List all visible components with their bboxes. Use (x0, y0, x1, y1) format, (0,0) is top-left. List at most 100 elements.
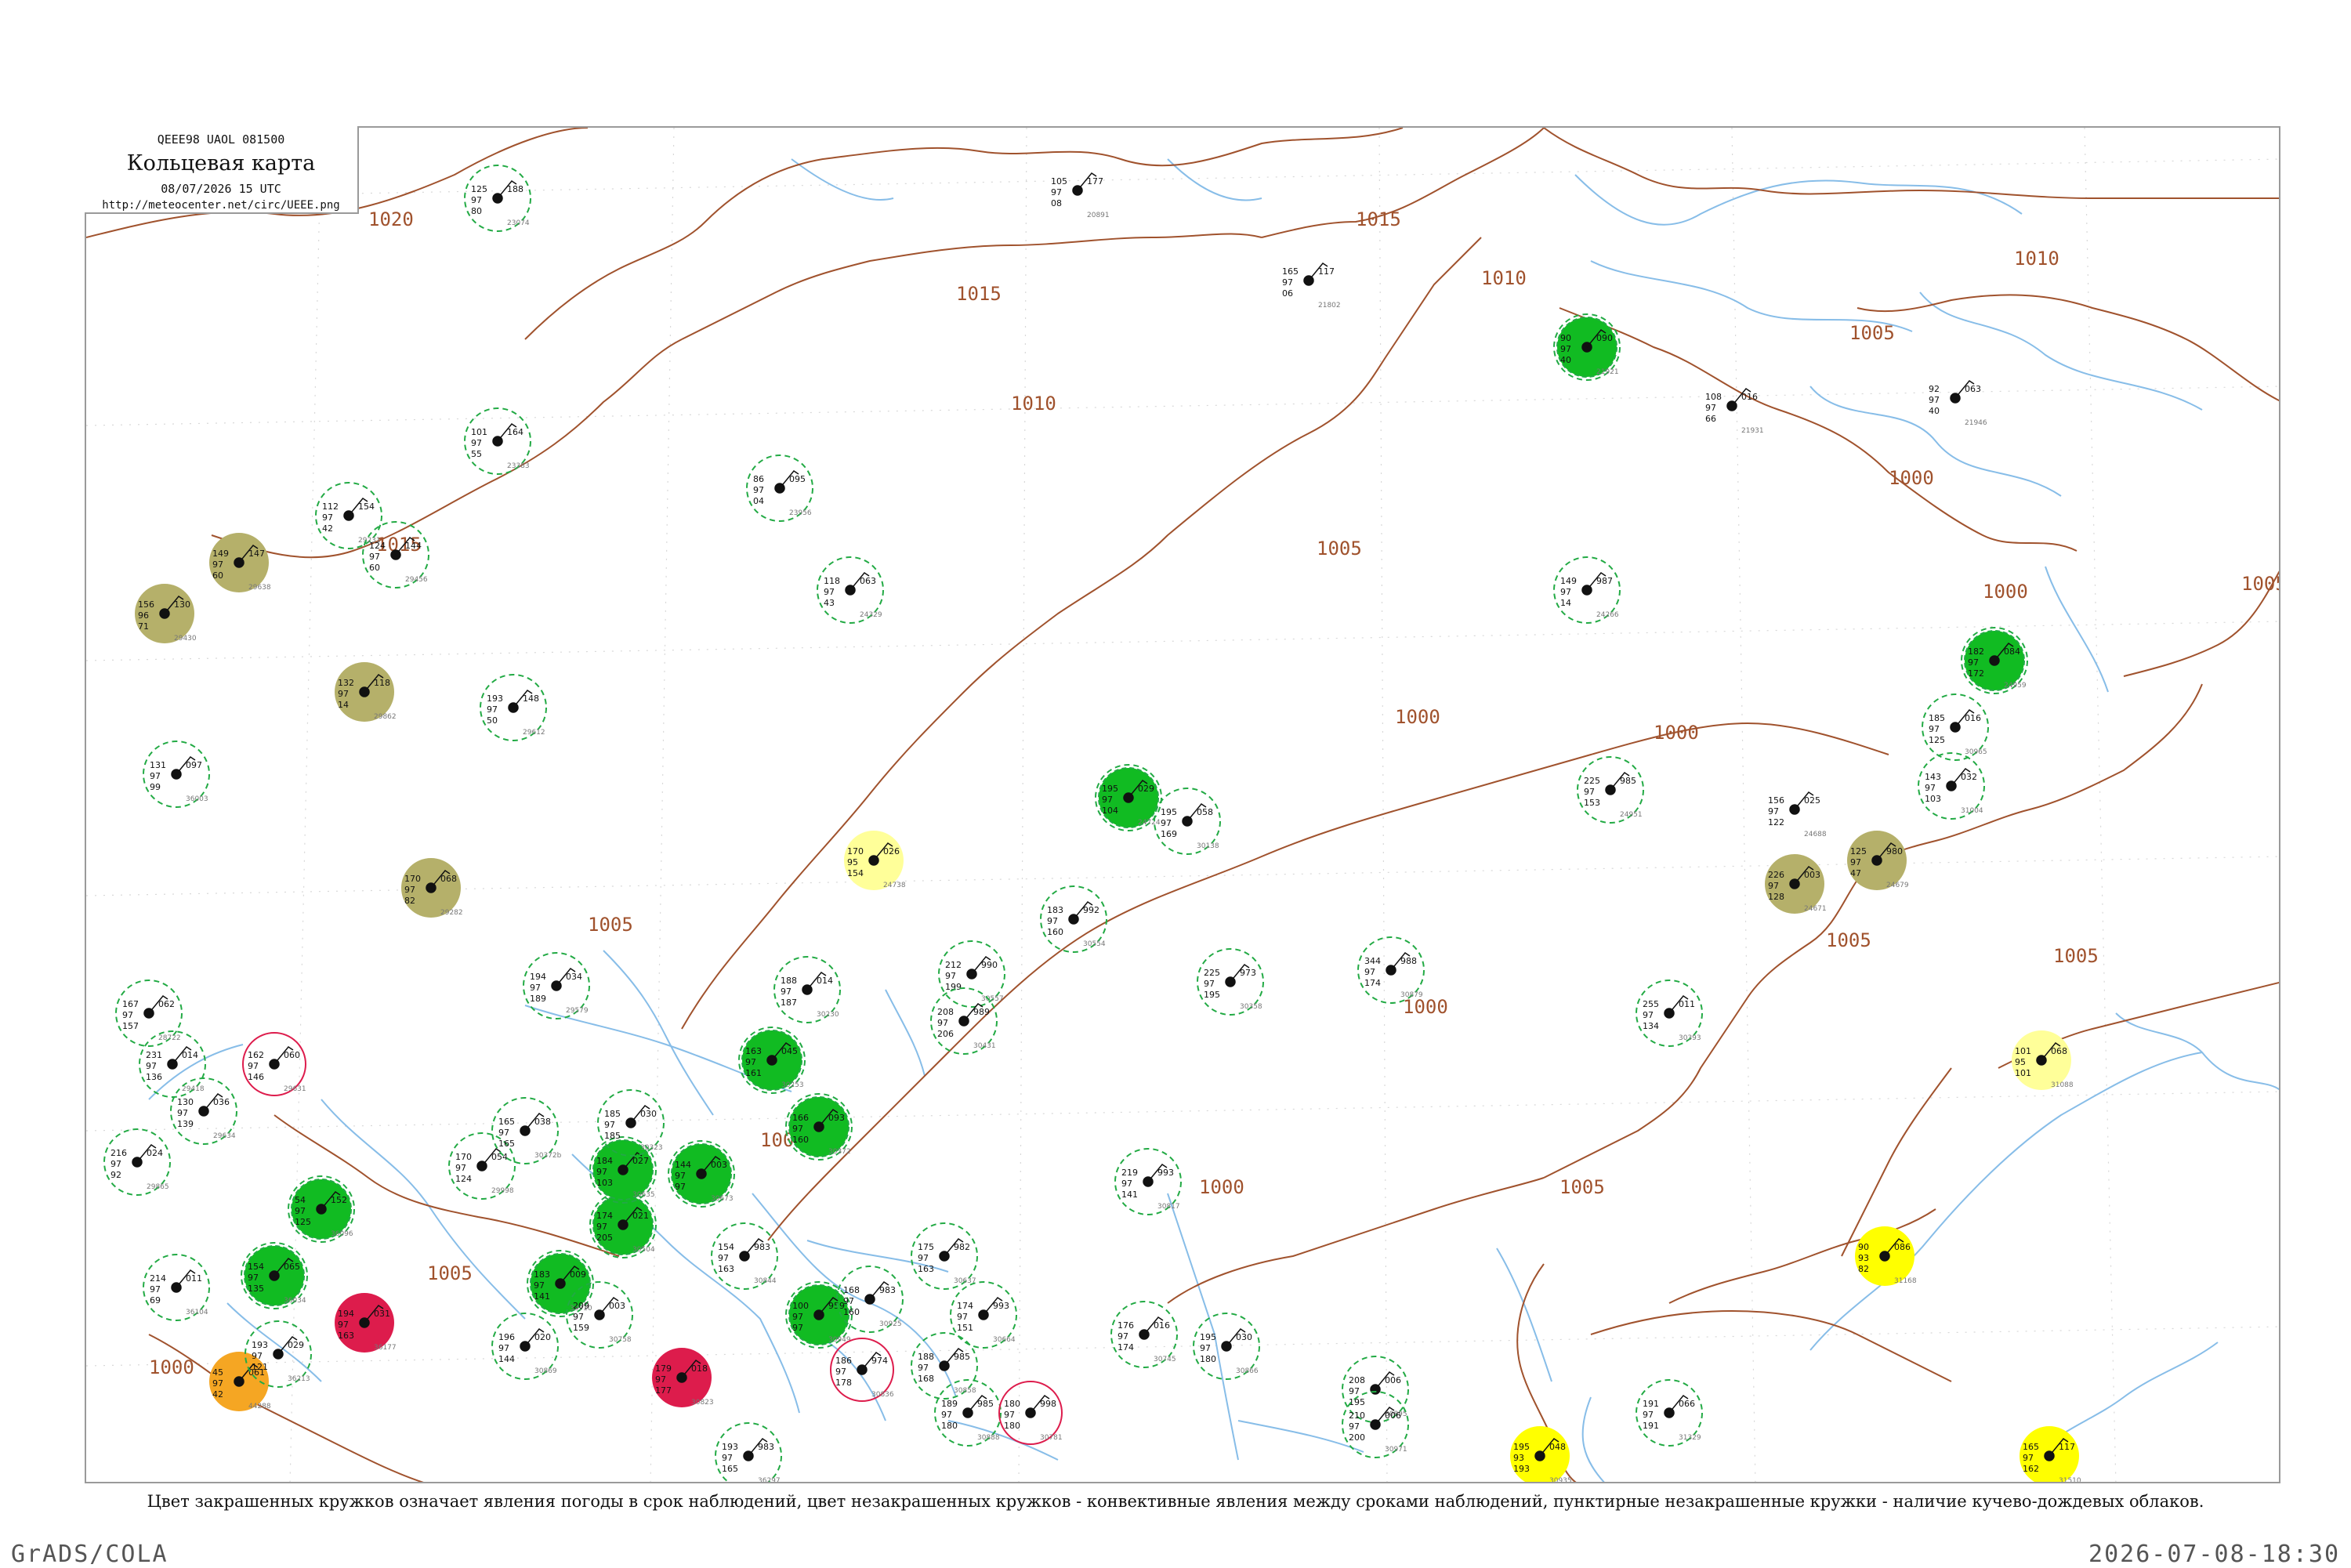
station-36104[interactable]: 2149769 011 36104 (143, 1254, 210, 1321)
map-frame[interactable]: 1020 1015 1015 1015 1010 1010 1010 1005 … (85, 126, 2280, 1483)
station-24951[interactable]: 22597153 985 24951 (1577, 756, 1644, 824)
station-30504[interactable]: 17497205 021 30504 (589, 1191, 657, 1258)
source-url[interactable]: http://meteocenter.net/circ/UEEE.png (85, 199, 357, 212)
station-id-label: 31004 (1961, 807, 1983, 815)
station-30138[interactable]: 19597169 058 30138 (1154, 788, 1221, 855)
station-30844[interactable]: 15497163 983 30844 (711, 1222, 778, 1290)
station-30372[interactable]: 16697160 093 30372 (785, 1093, 853, 1161)
station-21931[interactable]: 1089766 016 21931 (1705, 387, 1764, 435)
temperature-value: 101 (471, 427, 487, 437)
station-31329[interactable]: 19197191 066 31329 (1636, 1379, 1703, 1447)
station-36003[interactable]: 1319799 097 36003 (143, 741, 210, 808)
weather-code-value: 163 (718, 1264, 734, 1274)
station-24329[interactable]: 1189743 063 24329 (817, 556, 884, 624)
pressure-value: 030 (1236, 1332, 1252, 1342)
station-30836[interactable]: 18697178 974 30836 (830, 1338, 894, 1402)
weather-code-value: 60 (369, 563, 380, 573)
station-29430[interactable]: 1569671 130 29430 (135, 584, 197, 643)
station-id-label: 29282 (440, 909, 463, 917)
station-29638[interactable]: 1499760 147 29638 (209, 533, 271, 592)
station-31510[interactable]: 16597162 117 31510 (2020, 1426, 2081, 1483)
station-24724[interactable]: 19597104 029 24724 (1095, 764, 1162, 831)
station-30869[interactable]: 19697144 020 30869 (491, 1313, 559, 1380)
isobar-label: 1005 (1317, 538, 1362, 559)
bulletin-code: QEEE98 UAOL 081500 (157, 132, 285, 147)
weather-code-value: 71 (138, 621, 149, 632)
station-23074[interactable]: 1259780 188 23074 (464, 165, 531, 232)
pressure-value: 045 (781, 1046, 798, 1056)
station-30358[interactable]: 22597195 973 30358 (1197, 948, 1264, 1016)
station-31168[interactable]: 909382 086 31168 (1855, 1226, 1917, 1286)
station-28722[interactable]: 16797157 062 28722 (115, 980, 183, 1047)
station-36034[interactable]: 15497135 065 36034 (241, 1242, 308, 1309)
dewpoint-value: 97 (1121, 1179, 1132, 1189)
station-31004[interactable]: 14397103 032 31004 (1918, 752, 1985, 820)
pressure-value: 068 (440, 874, 457, 884)
dewpoint-value: 97 (1051, 187, 1062, 197)
weather-code-value: 206 (937, 1029, 954, 1039)
station-30879[interactable]: 34497174 988 30879 (1357, 936, 1425, 1004)
station-30673[interactable]: 144979700330673 (668, 1140, 735, 1208)
station-id-label: 30858 (954, 1387, 976, 1395)
isobar-label: 1010 (1011, 393, 1056, 415)
station-24266[interactable]: 1499714 987 24266 (1553, 556, 1621, 624)
dewpoint-value: 97 (498, 1128, 509, 1138)
station-30949[interactable]: 100979795930949 (785, 1281, 853, 1349)
station-30253[interactable]: 16397161 045 30253 (738, 1027, 806, 1094)
station-id-label: 36213 (288, 1375, 310, 1383)
temperature-value: 100 (792, 1301, 809, 1311)
station-29862[interactable]: 1329714 118 29862 (335, 662, 397, 722)
station-23956[interactable]: 869704 095 23956 (746, 454, 813, 522)
station-29579[interactable]: 19497189 034 29579 (523, 952, 590, 1019)
station-30393[interactable]: 25597134 011 30393 (1636, 980, 1703, 1047)
station-36213[interactable]: 19397121 029 36213 (245, 1320, 312, 1388)
station-21946[interactable]: 929740 063 21946 (1929, 379, 1987, 427)
station-36297[interactable]: 19397165 983 36297 (715, 1422, 782, 1483)
dewpoint-value: 97 (1349, 1386, 1360, 1396)
station-24671[interactable]: 22697128 003 24671 (1765, 854, 1827, 914)
temperature-value: 195 (1161, 807, 1177, 817)
station-31088[interactable]: 10195101 068 31088 (2012, 1030, 2074, 1090)
station-29612[interactable]: 1939750 148 29612 (480, 674, 547, 741)
station-30637[interactable]: 1759716398230637 (911, 1222, 978, 1290)
temperature-value: 162 (248, 1050, 264, 1060)
station-30557[interactable]: 2129719999030557 (938, 940, 1005, 1008)
station-30965[interactable]: 18597125 016 30965 (1922, 693, 1989, 761)
station-30230[interactable]: 18897187 014 30230 (773, 956, 841, 1023)
weather-code-value: 154 (847, 868, 864, 878)
station-24738[interactable]: 17095154 026 24738 (844, 831, 906, 890)
station-21921[interactable]: 909740 090 21921 (1553, 313, 1621, 381)
temperature-value: 125 (1850, 846, 1867, 856)
station-24679[interactable]: 1259747 980 24679 (1847, 831, 1909, 890)
station-20891[interactable]: 1059708 177 20891 (1051, 172, 1110, 219)
weather-code-value: 159 (573, 1323, 589, 1333)
station-29865[interactable]: 2169792 024 29865 (103, 1128, 171, 1196)
station-30925[interactable]: 16897160 983 30925 (836, 1266, 904, 1333)
dewpoint-value: 97 (745, 1057, 756, 1067)
station-36096[interactable]: 5497125 152 36096 (288, 1175, 355, 1243)
station-30823[interactable]: 17997177 018 30823 (652, 1348, 714, 1407)
station-30372b[interactable]: 16597165 038 30372b (491, 1097, 562, 1164)
station-24688[interactable]: 15697122 025 24688 (1768, 791, 1827, 838)
station-id-label: 30673 (711, 1195, 734, 1203)
station-30935[interactable]: 19593193 048 30935 (1510, 1426, 1572, 1483)
station-id-label: 30836 (871, 1391, 894, 1399)
station-30431[interactable]: 20897206 989 30431 (930, 987, 998, 1055)
temperature-value: 195 (1513, 1442, 1530, 1452)
synoptic-map[interactable]: 1020 1015 1015 1015 1010 1010 1010 1005 … (86, 128, 2280, 1483)
station-id-label: 31088 (2051, 1081, 2074, 1089)
station-30781[interactable]: 18097180 998 30781 (998, 1381, 1063, 1445)
station-29231[interactable]: 112974215429231 (315, 482, 382, 549)
station-30817[interactable]: 21997141 993 30817 (1114, 1148, 1182, 1215)
station-36177[interactable]: 19497163 031 36177 (335, 1293, 397, 1353)
station-id-label: 30664 (993, 1336, 1016, 1344)
station-30866[interactable]: 19597180 030 30866 (1193, 1313, 1260, 1380)
station-21802[interactable]: 1659706 117 21802 (1282, 262, 1341, 310)
temperature-value: 193 (252, 1340, 268, 1350)
station-30745[interactable]: 17697174 016 30745 (1110, 1301, 1178, 1368)
station-24959[interactable]: 18297172 084 24959 (1961, 627, 2028, 694)
station-29282[interactable]: 1709782 068 29282 (401, 858, 463, 918)
station-29631[interactable]: 16297146 060 29631 (242, 1032, 306, 1096)
station-30858[interactable]: 18897168 985 30858 (911, 1332, 978, 1400)
weather-code-value: 124 (455, 1174, 472, 1184)
